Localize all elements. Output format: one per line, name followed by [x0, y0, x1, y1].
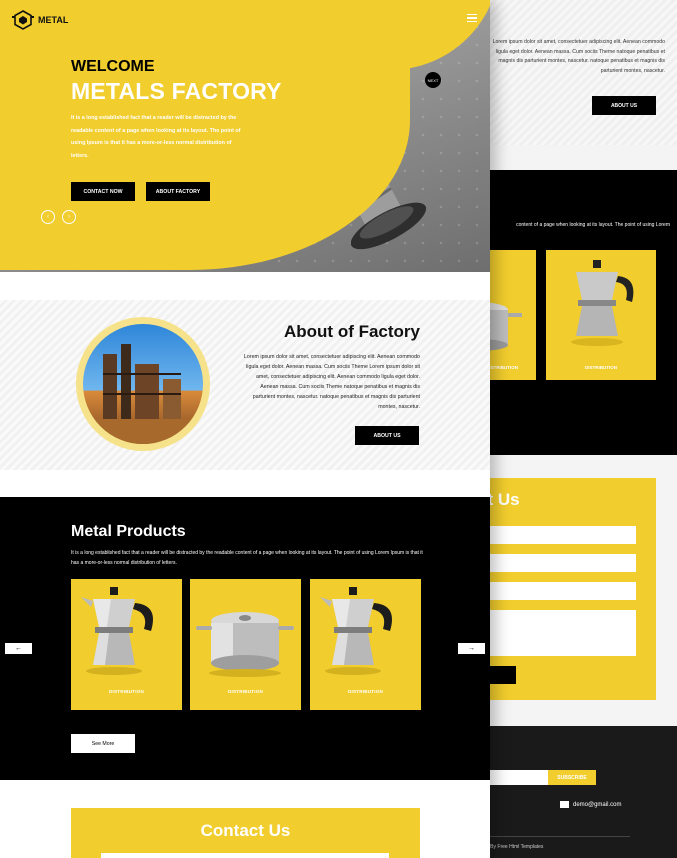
products-section: Metal Products It is a long established … [0, 497, 490, 780]
hero-title: METALS FACTORY [71, 78, 282, 104]
slider-next-button[interactable]: › [62, 210, 76, 224]
carousel-next-button[interactable]: → [458, 643, 485, 654]
about-text: Lorem ipsum dolor sit amet, consectetuer… [243, 354, 420, 410]
hero-section: METAL WELCOME METALS FACTORY It is a lon… [0, 0, 490, 272]
hero-welcome: WELCOME [71, 58, 155, 75]
product-card[interactable]: DISTRIBUTION [71, 579, 182, 710]
back-message-field[interactable] [478, 610, 636, 656]
back-product-label: DISTRIBUTION [585, 365, 617, 370]
logo-text: METAL [38, 15, 69, 25]
back-about-button[interactable]: ABOUT US [592, 96, 656, 115]
back-email-field[interactable] [478, 554, 636, 572]
back-about-text: Lorem ipsum dolor sit amet, consectetuer… [492, 39, 665, 74]
back-product-card[interactable]: DISTRIBUTION [546, 250, 656, 380]
product-label: DISTRIBUTION [347, 689, 384, 694]
see-more-button[interactable]: See More [71, 734, 135, 753]
contact-now-button[interactable]: CONTACT NOW [71, 182, 135, 201]
product-card[interactable]: DISTRIBUTION [310, 579, 421, 710]
product-card[interactable]: DISTRIBUTION [190, 579, 301, 710]
product-label: DISTRIBUTION [108, 689, 145, 694]
chevron-left-icon: ‹ [47, 214, 49, 220]
contact-title: Contact Us [200, 821, 291, 840]
contact-name-field[interactable] [101, 853, 389, 858]
factory-image [83, 324, 203, 444]
footer-divider [490, 836, 630, 837]
carousel-prev-button[interactable]: ← [5, 643, 32, 654]
chevron-right-icon: › [68, 214, 70, 220]
footer-email-text: demo@gmail.com [573, 801, 622, 808]
main-page: METAL WELCOME METALS FACTORY It is a lon… [0, 0, 490, 858]
moka-pot-icon [571, 260, 634, 346]
products-description: It is a long established fact that a rea… [71, 550, 423, 566]
site-logo[interactable]: METAL [12, 10, 68, 30]
logo-icon [12, 10, 34, 30]
back-contact-form: ct Us [470, 478, 656, 700]
back-name-field[interactable] [478, 526, 636, 544]
footer-copyright: d By Free Html Templates [486, 844, 544, 850]
subscribe-button[interactable]: SUBSCRIBE [548, 770, 596, 785]
factory-image-frame [76, 317, 210, 451]
about-factory-button[interactable]: ABOUT FACTORY [146, 182, 210, 201]
next-slide-badge[interactable]: NEXT [425, 72, 441, 88]
hero-description: It is a long established fact that a rea… [71, 115, 241, 159]
about-section: About of Factory Lorem ipsum dolor sit a… [0, 300, 490, 470]
contact-section: Contact Us [71, 808, 420, 858]
back-phone-field[interactable] [478, 582, 636, 600]
back-products-text: content of a page when looking at its la… [516, 222, 670, 228]
slider-prev-button[interactable]: ‹ [41, 210, 55, 224]
factory-icon [83, 344, 203, 444]
hamburger-menu-icon[interactable] [467, 14, 477, 22]
mail-icon [560, 801, 569, 808]
about-us-button[interactable]: ABOUT US [355, 426, 419, 445]
product-label: DISTRIBUTION [227, 689, 264, 694]
footer-email: demo@gmail.com [560, 801, 621, 808]
about-title: About of Factory [284, 322, 420, 341]
products-title: Metal Products [71, 523, 186, 540]
